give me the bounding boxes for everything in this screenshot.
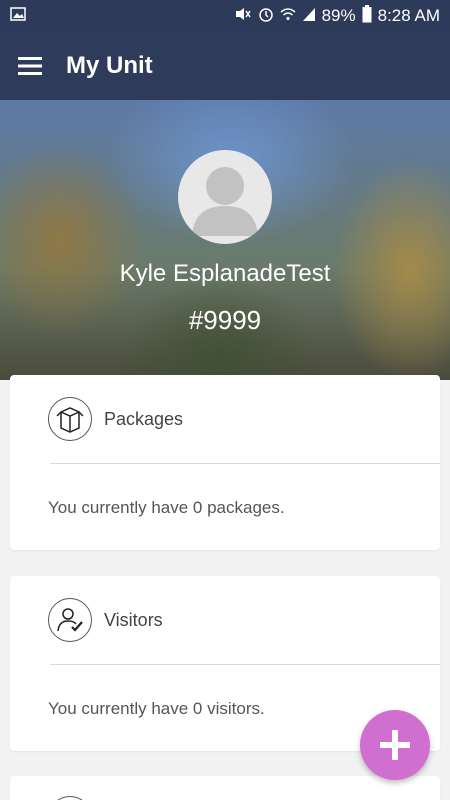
alarm-icon: [258, 6, 274, 27]
profile-header: Kyle EsplanadeTest #9999: [0, 100, 450, 380]
clock: 8:28 AM: [377, 6, 440, 25]
packages-card-header: Packages: [10, 375, 440, 463]
menu-button[interactable]: [0, 32, 60, 100]
avatar[interactable]: [178, 150, 272, 244]
battery-icon: [362, 4, 372, 28]
page-title: My Unit: [66, 52, 153, 79]
plus-icon: [380, 730, 410, 760]
visitors-message: You currently have 0 visitors.: [48, 699, 265, 718]
app-bar: My Unit: [0, 32, 450, 100]
gallery-notification-icon: [10, 6, 26, 27]
packages-message: You currently have 0 packages.: [48, 498, 285, 517]
unit-number: #9999: [188, 305, 262, 335]
visitors-card-header: Visitors: [10, 576, 440, 664]
add-button[interactable]: [360, 710, 430, 780]
mute-icon: [234, 6, 252, 27]
status-bar: 89% 8:28 AM: [0, 0, 450, 32]
package-icon: [48, 397, 92, 441]
user-placeholder-icon: [192, 167, 258, 236]
user-name: Kyle EsplanadeTest: [119, 260, 331, 287]
packages-card[interactable]: Packages You currently have 0 packages.: [10, 375, 440, 550]
wifi-icon: [280, 6, 296, 27]
battery-percent: 89%: [321, 6, 356, 25]
hamburger-icon: [18, 57, 42, 75]
visitors-title: Visitors: [104, 609, 163, 630]
packages-title: Packages: [104, 408, 184, 429]
signal-icon: [302, 6, 316, 27]
visitor-icon: [48, 598, 92, 642]
card-icon: [48, 796, 92, 800]
next-card[interactable]: [10, 776, 440, 800]
